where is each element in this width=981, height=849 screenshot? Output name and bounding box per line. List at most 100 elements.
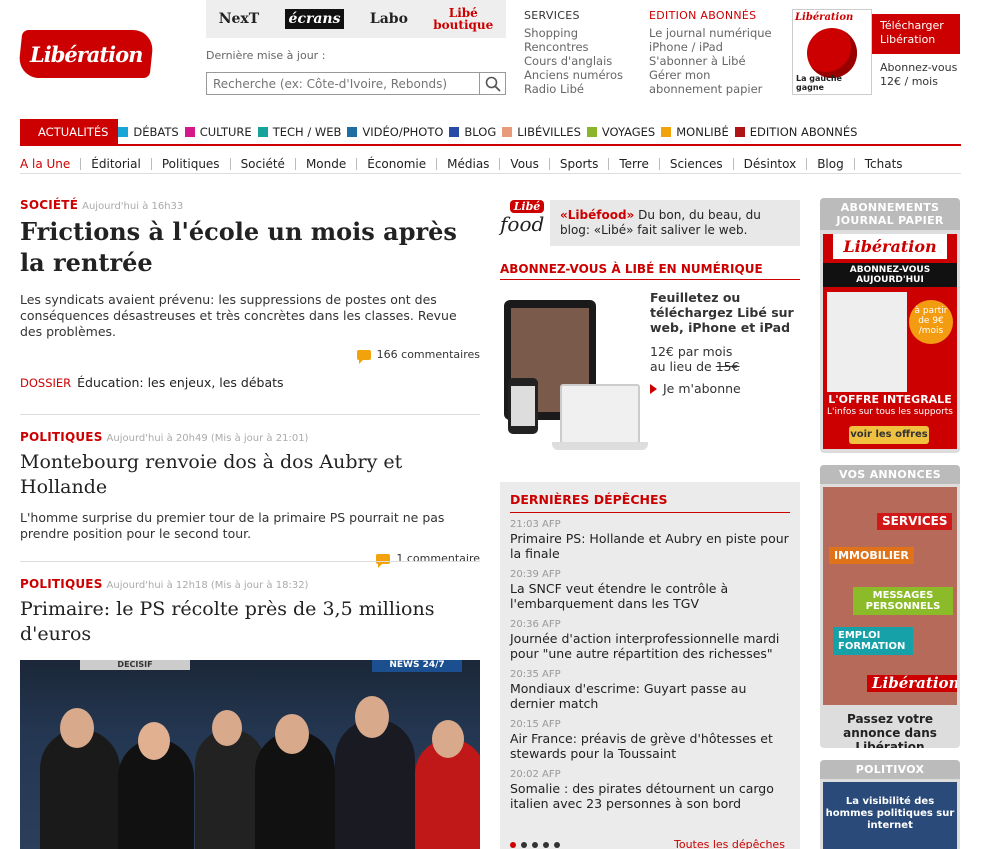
subnav-une[interactable]: A la Une [20,158,80,170]
depeche-item[interactable]: 21:03 AFP Primaire PS: Hollande et Aubry … [510,519,790,561]
article-time: Aujourd'hui à 16h33 [82,201,184,212]
annonces-box: VOS ANNONCES SERVICES IMMOBILIER MESSAGE… [820,465,960,748]
article-comments[interactable]: 1 commentaire [20,552,480,568]
pager-dot[interactable] [510,842,516,848]
subnav-vous[interactable]: Vous [499,157,548,170]
numerique-title[interactable]: ABONNEZ-VOUS À LIBÉ EN NUMÉRIQUE [500,262,800,280]
depeche-item[interactable]: 20:35 AFP Mondiaux d'escrime: Guyart pass… [510,669,790,711]
subnav-tchats[interactable]: Tchats [853,157,913,170]
pager-dot[interactable] [532,842,538,848]
article-title[interactable]: Frictions à l'école un mois après la ren… [20,216,480,278]
article-title[interactable]: Montebourg renvoie dos à dos Aubry et Ho… [20,450,480,500]
annonces-ad[interactable]: SERVICES IMMOBILIER MESSAGES PERSONNELS … [823,487,957,705]
subnav-blog[interactable]: Blog [806,157,854,170]
depeche-item[interactable]: 20:15 AFP Air France: préavis de grève d'… [510,719,790,761]
services-link-anglais[interactable]: Cours d'anglais [524,54,623,68]
tag-immobilier: IMMOBILIER [829,547,914,564]
dossier-line[interactable]: DOSSIER Éducation: les enjeux, les débats [20,375,480,390]
subscribe-link[interactable]: Je m'abonne [650,381,741,396]
brand-next[interactable]: NexT [219,11,259,27]
depeche-time: 20:02 AFP [510,769,561,780]
subnav-desintox[interactable]: Désintox [732,157,807,170]
phone-device [508,378,538,434]
article-category[interactable]: SOCIÉTÉ [20,198,78,212]
ad-offre: L'OFFRE INTEGRALE L'infos sur tous les su… [827,393,953,418]
article-photo[interactable]: DECISIF NEWS 24/7 [20,660,480,849]
subnav-editorial[interactable]: Éditorial [80,157,151,170]
devices-illustration[interactable] [504,296,648,456]
pager-dot[interactable] [521,842,527,848]
article-category[interactable]: POLITIQUES [20,430,103,444]
search-icon [485,76,501,92]
depeche-item[interactable]: 20:39 AFP La SNCF veut étendre le contrôl… [510,569,790,611]
pager-dot[interactable] [543,842,549,848]
abonnes-link-papier[interactable]: abonnement papier [649,82,772,96]
all-depeches-link[interactable]: Toutes les dépêches [674,838,785,849]
comment-icon [356,349,371,364]
nav-blog[interactable]: BLOG [449,120,502,144]
politivox-ad[interactable]: La visibilité des hommes politiques sur … [823,782,957,849]
pager-dots[interactable] [510,842,560,848]
abonnements-ad[interactable]: Libération ABONNEZ-VOUS AUJOURD'HUI à pa… [823,234,957,449]
abonnes-link-journal[interactable]: Le journal numérique [649,26,772,40]
cover-title: Libération [793,10,871,25]
abonnes-link-sabonner[interactable]: S'abonner à Libé [649,54,772,68]
subscribe-price[interactable]: Abonnez-vous 12€ / mois [880,61,957,89]
depeche-text: Air France: préavis de grève d'hôtesses … [510,731,773,761]
price-circle: à partir de 9€ /mois [909,300,953,344]
newspaper-cover[interactable]: Libération La gauche gagne [792,9,872,95]
annonces-caption[interactable]: Passez votre annonce dans Libération [820,708,960,748]
abonnes-link-gerer[interactable]: Gérer mon [649,68,772,82]
libefood-logo[interactable]: Libé food [500,200,548,246]
subnav-medias[interactable]: Médias [436,157,499,170]
article-title[interactable]: Primaire: le PS récolte près de 3,5 mill… [20,597,480,647]
services-link-radio[interactable]: Radio Libé [524,82,623,96]
pager-dot[interactable] [554,842,560,848]
nav-voyages[interactable]: VOYAGES [586,120,661,144]
subnav-economie[interactable]: Économie [356,157,436,170]
nav-video-photo[interactable]: VIDÉO/PHOTO [347,120,449,144]
nav-monlibe[interactable]: MONLIBÉ [661,120,735,144]
services-link-shopping[interactable]: Shopping [524,26,623,40]
brand-ecrans[interactable]: écrans [284,9,345,29]
brand-boutique[interactable]: Libé boutique [433,7,493,31]
nav-libevilles[interactable]: LIBÉVILLES [502,120,587,144]
depeche-item[interactable]: 20:02 AFP Somalie : des pirates détournen… [510,769,790,811]
article-category[interactable]: POLITIQUES [20,577,103,591]
services-link-rencontres[interactable]: Rencontres [524,40,623,54]
nav-edition-abonnes[interactable]: EDITION ABONNÉS [734,120,864,144]
services-link-anciens[interactable]: Anciens numéros [524,68,623,82]
depeches-title[interactable]: DERNIÈRES DÉPÊCHES [510,492,790,513]
nav-actualites[interactable]: ACTUALITÉS [20,119,119,145]
subnav-sciences[interactable]: Sciences [658,157,733,170]
nav-debats[interactable]: DÉBATS [118,120,184,144]
depeche-item[interactable]: 20:36 AFP Journée d'action interprofessio… [510,619,790,661]
article-comments[interactable]: 166 commentaires [20,348,480,364]
libefood-box[interactable]: «Libéfood» Du bon, du beau, du blog: «Li… [550,200,800,246]
subnav-terre[interactable]: Terre [608,157,658,170]
depeche-text: Primaire PS: Hollande et Aubry en piste … [510,531,789,561]
voir-offres-button[interactable]: voir les offres [849,426,929,444]
price-current: 12€ par mois [650,344,733,359]
nav-culture[interactable]: CULTURE [184,120,258,144]
search-button[interactable] [479,73,505,94]
search-input[interactable] [207,73,479,94]
subnav-sports[interactable]: Sports [548,157,608,170]
brand-labo[interactable]: Labo [370,11,408,27]
download-button[interactable]: Télécharger Libération [872,14,960,54]
square-icon [734,127,745,137]
ad-logo: Libération [867,675,957,692]
photo-overlay-right: NEWS 24/7 [372,660,462,672]
subnav-monde[interactable]: Monde [294,157,356,170]
abonnements-title: ABONNEMENTS JOURNAL PAPIER [820,198,960,230]
rose-illustration [807,28,857,78]
divider [20,414,480,415]
subnav-politiques[interactable]: Politiques [150,157,230,170]
abonnes-link-iphone[interactable]: iPhone / iPad [649,40,772,54]
subnav-societe[interactable]: Société [229,157,295,170]
liberation-logo[interactable]: Libération [17,30,155,78]
square-icon [118,127,129,137]
person-figure [335,719,415,849]
nav-tech-web[interactable]: TECH / WEB [257,120,348,144]
dossier-text: Éducation: les enjeux, les débats [77,375,284,390]
